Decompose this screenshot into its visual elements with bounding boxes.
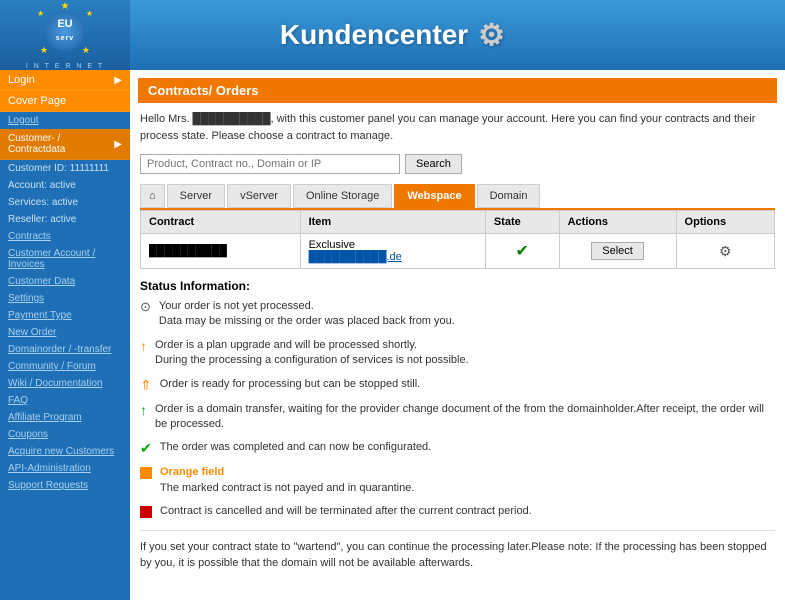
sidebar-services: Services: active [0, 194, 130, 211]
sidebar-item-domainorder[interactable]: Domainorder / -transfer [0, 341, 130, 358]
page-title-bar: Contracts/ Orders [138, 78, 777, 103]
arrow-green-icon: ↑ [140, 402, 147, 418]
status-title: Status Information: [140, 279, 775, 293]
sidebar-item-settings[interactable]: Settings [0, 290, 130, 307]
state-checkmark-icon: ✔ [516, 243, 529, 260]
cell-contract: ██████████ [141, 234, 301, 269]
header-title: Kundencenter ⚙ [280, 18, 505, 53]
table-row: ██████████ Exclusive ██████████.de ✔ Sel… [141, 234, 775, 269]
arrow-right-icon: ▶ [114, 139, 122, 150]
sidebar-item-login[interactable]: Login ▶ [0, 70, 130, 91]
status-item-orange: Orange field The marked contract is not … [140, 465, 775, 496]
checkmark-green-icon: ✔ [140, 440, 152, 457]
status-section: Status Information: ⊙ Your order is not … [140, 279, 775, 520]
sidebar-item-wiki[interactable]: Wiki / Documentation [0, 375, 130, 392]
internet-label: I N T E R N E T [26, 63, 104, 70]
sidebar-item-community[interactable]: Community / Forum [0, 358, 130, 375]
search-button[interactable]: Search [405, 154, 462, 174]
search-input[interactable] [140, 154, 400, 174]
page-title: Contracts/ Orders [148, 83, 259, 98]
status-item-cancelled: Contract is cancelled and will be termin… [140, 504, 775, 519]
clock-icon: ⊙ [140, 299, 151, 315]
col-item: Item [300, 211, 485, 234]
gear-icon: ⚙ [478, 18, 505, 53]
tab-online-storage[interactable]: Online Storage [293, 184, 392, 208]
col-actions: Actions [559, 211, 676, 234]
status-text-orange: Orange field The marked contract is not … [160, 465, 414, 496]
tabs: ⌂ Server vServer Online Storage Webspace… [140, 184, 775, 210]
sidebar-item-payment[interactable]: Payment Type [0, 307, 130, 324]
col-state: State [485, 211, 559, 234]
arrow-right-icon: ▶ [114, 75, 122, 86]
content-area: Contracts/ Orders Hello Mrs. ██████████,… [130, 70, 785, 600]
tab-vserver[interactable]: vServer [227, 184, 291, 208]
content-inner: Hello Mrs. ██████████, with this custome… [130, 111, 785, 582]
status-item-completed: ✔ The order was completed and can now be… [140, 440, 775, 457]
sidebar-item-coupons[interactable]: Coupons [0, 426, 130, 443]
orange-field-label: Orange field [160, 466, 224, 478]
sidebar-item-acquire[interactable]: Acquire new Customers [0, 443, 130, 460]
select-button[interactable]: Select [591, 242, 644, 260]
sidebar: Login ▶ Cover Page Logout Customer- / Co… [0, 70, 130, 600]
sidebar-account: Account: active [0, 177, 130, 194]
tab-home[interactable]: ⌂ [140, 184, 165, 208]
sidebar-item-cover[interactable]: Cover Page [0, 91, 130, 112]
main-layout: Login ▶ Cover Page Logout Customer- / Co… [0, 70, 785, 600]
status-item-clock: ⊙ Your order is not yet processed. Data … [140, 299, 775, 330]
sidebar-item-customer-account[interactable]: Customer Account / Invoices [0, 245, 130, 273]
sidebar-item-affiliate[interactable]: Affiliate Program [0, 409, 130, 426]
red-square-icon [140, 506, 152, 518]
sidebar-item-new-order[interactable]: New Order [0, 324, 130, 341]
cell-actions: Select [559, 234, 676, 269]
tab-domain[interactable]: Domain [477, 184, 541, 208]
status-text-upgrade: Order is a plan upgrade and will be proc… [155, 338, 469, 369]
cell-options: ⚙ [676, 234, 774, 269]
sidebar-item-contracts[interactable]: Contracts [0, 228, 130, 245]
sidebar-reseller: Reseller: active [0, 211, 130, 228]
sidebar-customer-id: Customer ID: 11111111 [0, 160, 130, 177]
orange-field-icon [140, 467, 152, 479]
sidebar-item-customer-data[interactable]: Customer- / Contractdata ▶ [0, 129, 130, 160]
options-gear-icon[interactable]: ⚙ [719, 243, 732, 259]
status-text-cancelled: Contract is cancelled and will be termin… [160, 504, 532, 519]
status-text-ready: Order is ready for processing but can be… [160, 377, 420, 392]
search-bar: Search [140, 154, 775, 174]
col-options: Options [676, 211, 774, 234]
status-item-transfer: ↑ Order is a domain transfer, waiting fo… [140, 402, 775, 433]
status-item-upgrade: ↑ Order is a plan upgrade and will be pr… [140, 338, 775, 369]
cell-state: ✔ [485, 234, 559, 269]
header: ★ ★ ★ ★ ★ ★ EUserv I N T E R N E T Kunde… [0, 0, 785, 70]
tab-webspace[interactable]: Webspace [394, 184, 474, 208]
sidebar-item-support[interactable]: Support Requests [0, 477, 130, 494]
cell-item: Exclusive ██████████.de [300, 234, 485, 269]
tab-server[interactable]: Server [167, 184, 225, 208]
status-text-completed: The order was completed and can now be c… [160, 440, 432, 455]
status-text-transfer: Order is a domain transfer, waiting for … [155, 402, 775, 433]
contracts-table: Contract Item State Actions Options ████… [140, 210, 775, 269]
sidebar-item-customer-data-link[interactable]: Customer Data [0, 273, 130, 290]
arrow-up-orange-icon: ↑ [140, 338, 147, 354]
footer-note: If you set your contract state to "warte… [140, 530, 775, 572]
eu-logo: ★ ★ ★ ★ ★ ★ EUserv I N T E R N E T [26, 1, 104, 70]
sidebar-item-logout[interactable]: Logout [0, 112, 130, 129]
status-text-clock: Your order is not yet processed. Data ma… [159, 299, 455, 330]
intro-text: Hello Mrs. ██████████, with this custome… [140, 111, 775, 144]
col-contract: Contract [141, 211, 301, 234]
sidebar-item-api[interactable]: API-Administration [0, 460, 130, 477]
status-item-ready: ⇑ Order is ready for processing but can … [140, 377, 775, 394]
title-text: Kundencenter [280, 19, 468, 51]
sidebar-item-faq[interactable]: FAQ [0, 392, 130, 409]
logo-container: ★ ★ ★ ★ ★ ★ EUserv I N T E R N E T [0, 0, 130, 70]
arrow-partial-icon: ⇑ [140, 377, 152, 394]
